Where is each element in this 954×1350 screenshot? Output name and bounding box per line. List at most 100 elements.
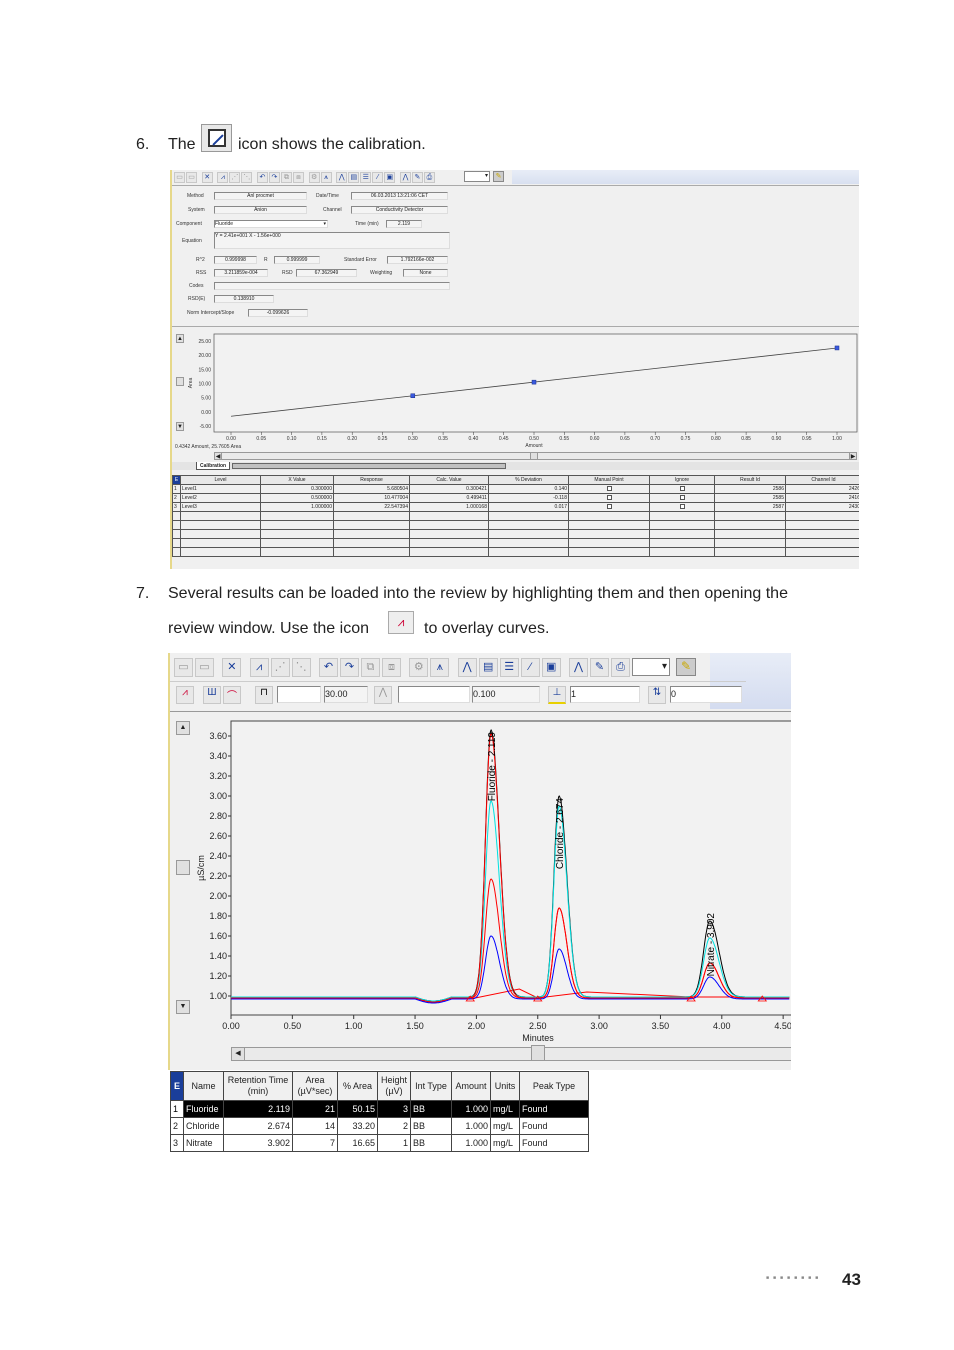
- checkbox[interactable]: [679, 485, 685, 491]
- table-row[interactable]: 1 Level1 0.300000 5.680504 0.300421 0.140 2586…: [172, 484, 859, 494]
- checkbox[interactable]: [679, 503, 685, 509]
- eraser-icon[interactable]: ✎: [493, 171, 504, 182]
- table-cell: 2586: [714, 484, 786, 494]
- table-icon[interactable]: ☰: [360, 172, 372, 183]
- baseline-icon[interactable]: ⩚: [320, 172, 332, 183]
- manual-icon[interactable]: ✎: [411, 172, 423, 183]
- x-tick-label: 0.00: [222, 1021, 240, 1031]
- column-header[interactable]: Units: [490, 1071, 520, 1101]
- table-cell: [785, 538, 859, 548]
- integrate-icon[interactable]: ⚙: [308, 172, 320, 183]
- report-icon[interactable]: ▤: [348, 172, 360, 183]
- step-text: review window. Use the icon: [168, 620, 369, 637]
- scroll-left-button[interactable]: ◀: [231, 1047, 245, 1061]
- save-as-icon[interactable]: ▭: [186, 172, 197, 183]
- column-header[interactable]: Manual Point: [568, 475, 650, 485]
- table-cell: [714, 529, 786, 539]
- calibration-icon: [201, 124, 232, 152]
- scroll-thumb[interactable]: [531, 1045, 545, 1061]
- column-header[interactable]: Peak Type: [519, 1071, 589, 1101]
- chromatogram-icon[interactable]: ⋀: [336, 172, 348, 183]
- column-header[interactable]: Area (µV*sec): [292, 1071, 338, 1101]
- table-cell: 10.477004: [333, 493, 410, 503]
- checkbox[interactable]: [606, 503, 612, 509]
- column-header[interactable]: Calc. Value: [409, 475, 489, 485]
- x-tick-label: 2.00: [468, 1021, 486, 1031]
- table-cell: 0.500000: [260, 493, 334, 503]
- y-tick-label: 15.00: [198, 367, 211, 373]
- table-cell: BB: [410, 1100, 452, 1118]
- table-row[interactable]: 2 Chloride 2.674 14 33.20 2 BB 1.000 mg/L Found: [170, 1117, 589, 1135]
- table-cell: 2: [377, 1117, 411, 1135]
- checkbox[interactable]: [679, 494, 685, 500]
- x-tick-label: 1.50: [406, 1021, 424, 1031]
- column-header[interactable]: Channel Id: [785, 475, 859, 485]
- column-header[interactable]: % Area: [337, 1071, 378, 1101]
- scroll-thumb[interactable]: [530, 452, 538, 460]
- table-row[interactable]: 3 Level3 1.000000 22.547394 1.000168 0.017 258…: [172, 502, 859, 512]
- print-icon[interactable]: ⎙: [423, 172, 435, 183]
- tab-scrollbar[interactable]: [232, 463, 506, 469]
- edit-peak-icon[interactable]: ⋰: [229, 172, 241, 183]
- table-cell: 2587: [714, 502, 786, 512]
- table-cell: 0.300421: [409, 484, 489, 494]
- rsd-field: 67.362949: [296, 269, 357, 277]
- x-tick-label: 3.00: [590, 1021, 608, 1031]
- column-header[interactable]: Response: [333, 475, 410, 485]
- table-cell: 2426: [785, 484, 859, 494]
- table-row[interactable]: 2 Level2 0.500000 10.477004 0.499411 -0.118 25…: [172, 493, 859, 503]
- table-cell: 2.119: [223, 1100, 293, 1118]
- rss-field: 3.211859e-004: [214, 269, 268, 277]
- redo-icon[interactable]: ↷: [268, 172, 280, 183]
- tab-calibration[interactable]: Calibration: [196, 462, 231, 470]
- x-tick-label: 0.00: [226, 436, 236, 442]
- horizontal-scrollbar[interactable]: [231, 1047, 791, 1061]
- column-header[interactable]: X Value: [260, 475, 334, 485]
- paste-icon[interactable]: ⧈: [292, 172, 304, 183]
- column-header[interactable]: Height (µV): [377, 1071, 411, 1101]
- document-icon[interactable]: ▣: [384, 172, 396, 183]
- column-header[interactable]: % Deviation: [488, 475, 569, 485]
- column-header[interactable]: Name: [183, 1071, 224, 1101]
- rss-label: RSS: [196, 270, 207, 276]
- checkbox[interactable]: [606, 485, 612, 491]
- spectrum-icon[interactable]: ⋀: [399, 172, 411, 183]
- table-cell: 21: [292, 1100, 338, 1118]
- stderr-field: 1.792166e-002: [387, 256, 448, 264]
- overlay-icon[interactable]: ⩘: [217, 172, 229, 183]
- table-cell: [649, 538, 715, 548]
- table-cell: 2430: [785, 502, 859, 512]
- calibration-point: [834, 345, 840, 351]
- scroll-right-button[interactable]: ▶: [849, 452, 857, 460]
- r2-field: 0.999998: [214, 256, 257, 264]
- column-header[interactable]: Level: [180, 475, 261, 485]
- undo-icon[interactable]: ↶: [256, 172, 268, 183]
- x-tick-label: 0.90: [772, 436, 782, 442]
- x-tick-label: 4.50: [774, 1021, 791, 1031]
- column-header[interactable]: Retention Time (min): [223, 1071, 293, 1101]
- table-row[interactable]: 1 Fluoride 2.119 21 50.15 3 BB 1.000 mg/L Found: [170, 1100, 589, 1118]
- calibration-icon[interactable]: ⁄: [372, 172, 384, 183]
- checkbox[interactable]: [606, 494, 612, 500]
- copy-icon[interactable]: ⧉: [280, 172, 292, 183]
- toolbar-dropdown[interactable]: ▾: [464, 171, 490, 182]
- table-cell: 1.000: [451, 1117, 491, 1135]
- table-cell: mg/L: [490, 1100, 520, 1118]
- component-select[interactable]: Fluoride ▾: [214, 220, 328, 228]
- table-row[interactable]: 3 Nitrate 3.902 7 16.65 1 BB 1.000 mg/L Found: [170, 1134, 589, 1152]
- zoom-peak-icon[interactable]: ⋱: [241, 172, 253, 183]
- scroll-left-button[interactable]: ◀: [214, 452, 222, 460]
- tools-icon[interactable]: ✕: [201, 172, 213, 183]
- table-cell: 2416: [785, 493, 859, 503]
- system-label: System: [188, 207, 205, 213]
- save-icon[interactable]: ▭: [174, 172, 185, 183]
- column-header[interactable]: Result Id: [714, 475, 786, 485]
- column-header[interactable]: Ignore: [649, 475, 715, 485]
- method-field: Anl procmet: [214, 192, 307, 200]
- column-header[interactable]: Amount: [451, 1071, 491, 1101]
- calibration-chart: 25.00 20.00 15.00 10.00 5.00 0.00 -5.00 0.00 0.0…: [188, 333, 858, 449]
- column-header[interactable]: Int Type: [410, 1071, 452, 1101]
- table-cell: [260, 529, 334, 539]
- table-corner: E: [172, 475, 181, 485]
- table-cell: Found: [519, 1117, 589, 1135]
